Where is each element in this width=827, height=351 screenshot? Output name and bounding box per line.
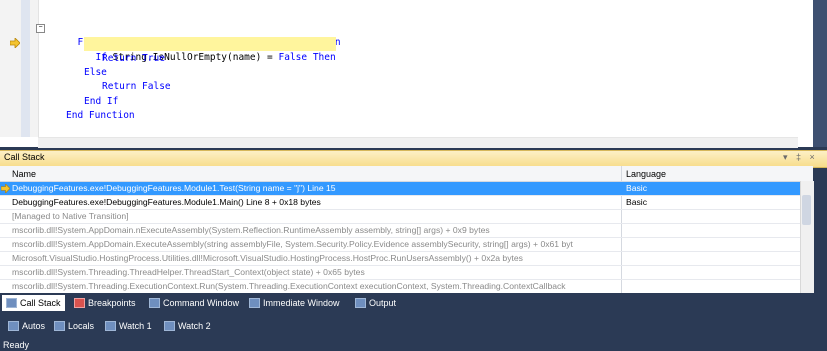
tab-watch-1[interactable]: Watch 1: [101, 318, 156, 334]
current-frame-arrow-icon: [1, 184, 10, 193]
autos-icon: [8, 321, 19, 331]
tab-label: Output: [369, 298, 397, 308]
breakpoints-icon: [74, 298, 85, 308]
command-window-icon: [149, 298, 160, 308]
watch-icon: [164, 321, 175, 331]
editor-horizontal-scrollbar[interactable]: [38, 137, 798, 148]
tab-immediate-window[interactable]: Immediate Window: [245, 295, 344, 311]
tab-label: Locals: [68, 321, 95, 331]
frame-name: mscorlib.dll!System.AppDomain.ExecuteAss…: [12, 239, 573, 249]
frame-name: DebuggingFeatures.exe!DebuggingFeatures.…: [12, 183, 336, 193]
tab-label: Watch 2: [178, 321, 211, 331]
tab-label: Autos: [22, 321, 46, 331]
column-header-language[interactable]: Language: [626, 169, 666, 179]
frame-name: mscorlib.dll!System.Threading.ExecutionC…: [12, 281, 566, 291]
scrollbar-thumb[interactable]: [802, 195, 811, 225]
frame-name: [Managed to Native Transition]: [12, 211, 129, 221]
status-text: Ready: [3, 340, 30, 350]
side-panel-strip[interactable]: [813, 0, 827, 147]
frame-name: mscorlib.dll!System.Threading.ThreadHelp…: [12, 267, 365, 277]
collapse-toggle-icon[interactable]: −: [36, 24, 45, 33]
execution-pointer-icon: [10, 38, 20, 48]
code-line[interactable]: Return True: [102, 52, 165, 66]
call-stack-title: Call Stack: [4, 152, 45, 162]
code-line[interactable]: Else: [84, 66, 107, 80]
code-line[interactable]: End Function: [66, 109, 135, 123]
immediate-window-icon: [249, 298, 260, 308]
frame-name: Microsoft.VisualStudio.HostingProcess.Ut…: [12, 253, 523, 263]
tab-output[interactable]: Output: [351, 295, 400, 311]
code-line[interactable]: Function Test(ByVal name As String) As B…: [66, 22, 340, 48]
tab-label: Command Window: [163, 298, 240, 308]
call-stack-row[interactable]: Microsoft.VisualStudio.HostingProcess.Ut…: [0, 252, 813, 266]
call-stack-icon: [6, 298, 17, 308]
tab-command-window[interactable]: Command Window: [145, 295, 243, 311]
tab-label: Immediate Window: [263, 298, 340, 308]
grid-header: [0, 166, 813, 182]
call-stack-row[interactable]: DebuggingFeatures.exe!DebuggingFeatures.…: [0, 196, 813, 210]
watch-icon: [105, 321, 116, 331]
panel-window-controls[interactable]: ▾ ‡ ×: [783, 152, 818, 163]
code-line[interactable]: Return False: [102, 80, 171, 94]
frame-name: mscorlib.dll!System.AppDomain.nExecuteAs…: [12, 225, 490, 235]
call-stack-row[interactable]: [Managed to Native Transition]: [0, 210, 813, 224]
frame-language: Basic: [626, 197, 648, 207]
tab-watch-2[interactable]: Watch 2: [160, 318, 215, 334]
code-line[interactable]: End If: [84, 95, 118, 109]
output-icon: [355, 298, 366, 308]
tab-label: Watch 1: [119, 321, 152, 331]
editor-indicator-bar: [21, 0, 30, 137]
tab-label: Breakpoints: [88, 298, 136, 308]
tab-autos[interactable]: Autos: [4, 318, 49, 334]
tab-call-stack[interactable]: Call Stack: [2, 295, 65, 311]
status-bar: [0, 338, 827, 351]
column-header-name[interactable]: Name: [12, 169, 36, 179]
tab-locals[interactable]: Locals: [50, 318, 98, 334]
frame-name: DebuggingFeatures.exe!DebuggingFeatures.…: [12, 197, 321, 207]
call-stack-row[interactable]: mscorlib.dll!System.AppDomain.nExecuteAs…: [0, 224, 813, 238]
tab-label: Call Stack: [20, 298, 61, 308]
frame-language: Basic: [626, 183, 648, 193]
call-stack-row[interactable]: DebuggingFeatures.exe!DebuggingFeatures.…: [0, 182, 813, 196]
editor-margin: [0, 0, 39, 137]
locals-icon: [54, 321, 65, 331]
call-stack-row[interactable]: mscorlib.dll!System.Threading.ThreadHelp…: [0, 266, 813, 280]
code-line-current[interactable]: If String.IsNullOrEmpty(name) = False Th…: [84, 37, 336, 63]
call-stack-row[interactable]: mscorlib.dll!System.AppDomain.ExecuteAss…: [0, 238, 813, 252]
call-stack-row[interactable]: mscorlib.dll!System.Threading.ExecutionC…: [0, 280, 813, 294]
tab-breakpoints[interactable]: Breakpoints: [70, 295, 140, 311]
